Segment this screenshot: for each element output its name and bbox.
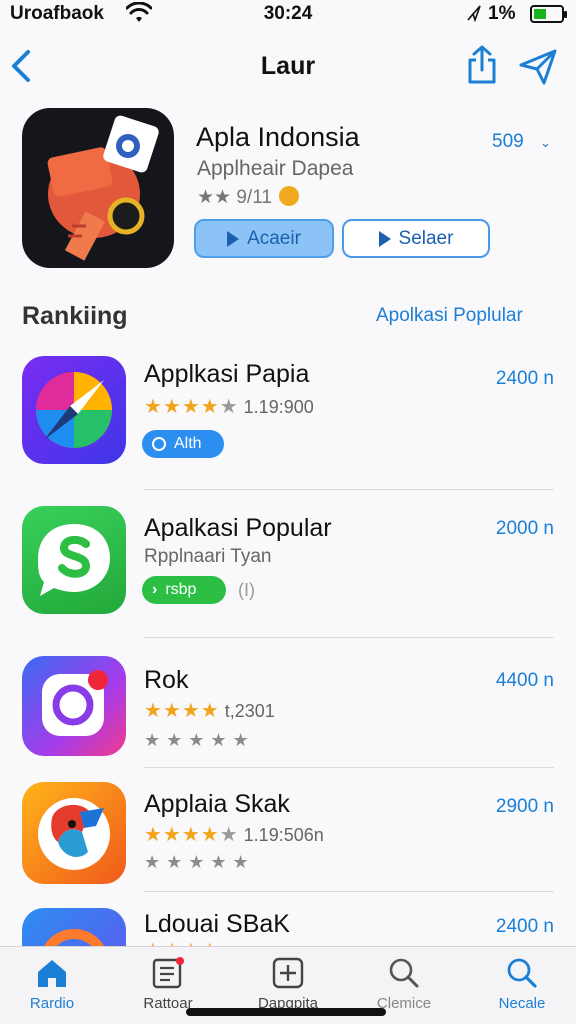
featured-app-rating: ★★ 9/11	[197, 186, 300, 209]
tab-necale[interactable]: Necale	[472, 955, 572, 1021]
app-name: Apalkasi Popular	[144, 514, 332, 542]
app-name: Applkasi Papia	[144, 360, 310, 388]
gray-stars: ★★★★★	[144, 730, 255, 750]
star-rating-icon: ★★★★	[144, 700, 220, 722]
tab-rardio[interactable]: Rardio	[2, 955, 102, 1021]
stars-full: ★★★★	[144, 396, 220, 418]
app-name: Ldouai SBaK	[144, 910, 290, 938]
app-name: Applaia Skak	[144, 790, 290, 818]
badge-icon	[152, 437, 166, 451]
emoji-icon	[279, 186, 300, 206]
secondary-action-label: Selaer	[398, 227, 454, 249]
chevron-right-icon: ›	[152, 581, 158, 598]
featured-app-subtitle: Applheair Dapea	[197, 157, 354, 180]
app-badge[interactable]: › rsbp	[142, 576, 226, 604]
primary-action-label: Acaeir	[247, 227, 301, 249]
badge-label: rsbp	[165, 581, 197, 598]
home-indicator[interactable]	[186, 1008, 386, 1016]
camera-app-icon[interactable]	[22, 656, 126, 756]
play-icon	[378, 230, 391, 247]
app-badge[interactable]: Alth	[142, 430, 224, 458]
app-rating: ★★★★★ 1.19:506n	[144, 822, 324, 847]
featured-rating-text: ★★ 9/11	[197, 187, 272, 208]
badge-label: Alth	[174, 435, 202, 452]
star-rating-icon: ★★★★	[144, 938, 220, 946]
primary-action-button[interactable]: Acaeir	[194, 219, 334, 258]
compass-app-icon[interactable]	[22, 356, 126, 464]
rating-text: 1.19:900	[243, 397, 314, 417]
section-link[interactable]: Apolkasi Poplular	[376, 305, 523, 327]
divider	[144, 637, 554, 638]
featured-app-name: Apla Indonsia	[196, 122, 360, 152]
section-title: Rankiing	[22, 302, 128, 330]
status-bar: Uroafbaok 30:24 1%	[0, 0, 576, 30]
app-extra: (I)	[238, 580, 255, 600]
app-count: 4400 n	[495, 670, 554, 691]
list-item[interactable]: Ldouai SBaK 2400 n ★★★★	[0, 906, 576, 946]
newspaper-icon	[152, 957, 184, 989]
gray-stars: ★★★★★	[144, 852, 255, 872]
battery-percent: 1%	[488, 3, 516, 24]
tab-label: Rardio	[29, 995, 75, 1012]
app-count: 2900 n	[495, 796, 554, 817]
search-icon	[507, 958, 537, 988]
secondary-action-button[interactable]: Selaer	[342, 219, 490, 258]
app-count: 2400 n	[495, 916, 554, 937]
plus-square-icon	[272, 957, 304, 989]
app-icon-featured[interactable]	[22, 108, 174, 268]
list-item[interactable]: Rok 4400 n ★★★★ t,2301 ★★★★★	[0, 654, 576, 768]
chat-app-icon[interactable]	[22, 506, 126, 614]
divider	[144, 489, 554, 490]
app-count: 2000 n	[495, 518, 554, 539]
play-icon	[227, 230, 240, 247]
chevron-down-icon[interactable]: ⌄	[540, 135, 551, 151]
home-icon	[38, 960, 66, 987]
rating-text: 1.19:506n	[243, 825, 324, 845]
battery-icon	[530, 5, 567, 23]
search-icon	[389, 958, 419, 988]
list-item[interactable]: Applaia Skak 2900 n ★★★★★ 1.19:506n ★★★★…	[0, 780, 576, 892]
target-app-icon[interactable]	[22, 908, 126, 946]
stars-full: ★★★★	[144, 824, 220, 846]
stars-full: ★★★★	[144, 700, 220, 722]
parrot-app-icon[interactable]	[22, 782, 126, 884]
location-arrow-icon	[467, 5, 481, 22]
app-rating: ★★★★★ 1.19:900	[144, 394, 314, 419]
send-icon[interactable]	[518, 48, 558, 86]
share-icon[interactable]	[464, 44, 500, 86]
stars-dim: ★	[219, 824, 239, 846]
app-rating: ★★★★ t,2301	[144, 698, 275, 723]
app-subtitle: Rpplnaari Tyan	[144, 546, 272, 567]
rating-text: t,2301	[224, 701, 275, 721]
app-name: Rok	[144, 666, 189, 694]
tab-label: Necale	[498, 995, 546, 1012]
navigation-bar: Laur	[0, 36, 576, 96]
divider	[144, 767, 554, 768]
list-item[interactable]: Applkasi Papia 2400 n ★★★★★ 1.19:900 Alt…	[0, 354, 576, 490]
stars-dim: ★	[219, 396, 239, 418]
star-rating-icon: ★★★★★	[144, 396, 239, 418]
featured-app-count: 509	[492, 131, 524, 152]
star-rating-icon: ★★★★★	[144, 824, 239, 846]
list-item[interactable]: Apalkasi Popular 2000 n Rpplnaari Tyan ›…	[0, 506, 576, 638]
divider	[144, 891, 554, 892]
app-count: 2400 n	[495, 368, 554, 389]
